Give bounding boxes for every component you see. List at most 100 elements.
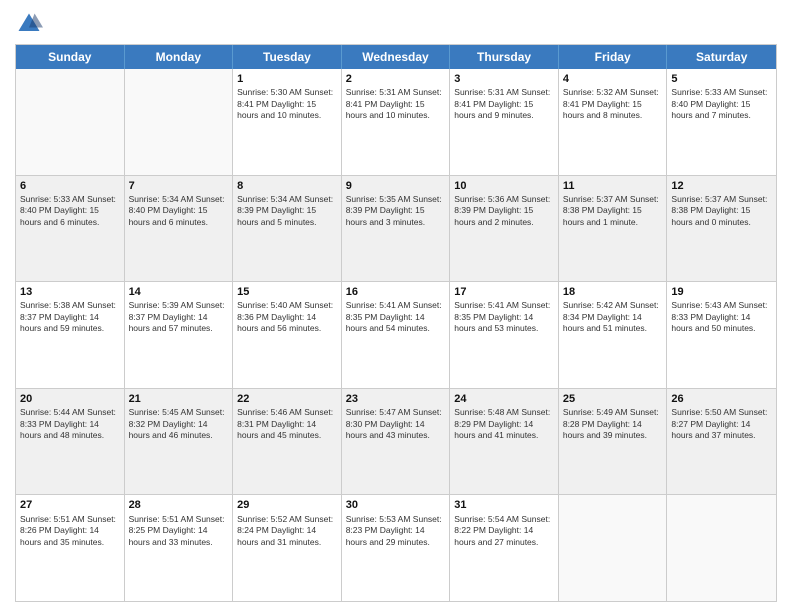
calendar-cell: 17Sunrise: 5:41 AM Sunset: 8:35 PM Dayli… [450,282,559,388]
day-info: Sunrise: 5:37 AM Sunset: 8:38 PM Dayligh… [563,194,663,228]
day-info: Sunrise: 5:34 AM Sunset: 8:39 PM Dayligh… [237,194,337,228]
page: SundayMondayTuesdayWednesdayThursdayFrid… [0,0,792,612]
day-info: Sunrise: 5:33 AM Sunset: 8:40 PM Dayligh… [671,87,772,121]
day-number: 7 [129,179,229,193]
calendar-cell: 21Sunrise: 5:45 AM Sunset: 8:32 PM Dayli… [125,389,234,495]
calendar-cell [16,69,125,175]
weekday-header-monday: Monday [125,45,234,69]
day-info: Sunrise: 5:31 AM Sunset: 8:41 PM Dayligh… [346,87,446,121]
calendar-cell: 18Sunrise: 5:42 AM Sunset: 8:34 PM Dayli… [559,282,668,388]
day-number: 24 [454,392,554,406]
calendar-body: 1Sunrise: 5:30 AM Sunset: 8:41 PM Daylig… [16,69,776,601]
weekday-header-saturday: Saturday [667,45,776,69]
day-info: Sunrise: 5:52 AM Sunset: 8:24 PM Dayligh… [237,514,337,548]
weekday-header-tuesday: Tuesday [233,45,342,69]
day-info: Sunrise: 5:44 AM Sunset: 8:33 PM Dayligh… [20,407,120,441]
day-number: 6 [20,179,120,193]
calendar-cell: 27 Sunrise: 5:51 AM Sunset: 8:26 PM Dayli… [16,495,125,601]
calendar-cell: 14Sunrise: 5:39 AM Sunset: 8:37 PM Dayli… [125,282,234,388]
calendar-cell: 22Sunrise: 5:46 AM Sunset: 8:31 PM Dayli… [233,389,342,495]
day-number: 16 [346,285,446,299]
day-info: Sunrise: 5:46 AM Sunset: 8:31 PM Dayligh… [237,407,337,441]
day-number: 4 [563,72,663,86]
calendar-cell: 9Sunrise: 5:35 AM Sunset: 8:39 PM Daylig… [342,176,451,282]
day-number: 18 [563,285,663,299]
calendar-cell [667,495,776,601]
day-number: 12 [671,179,772,193]
day-info: Sunrise: 5:50 AM Sunset: 8:27 PM Dayligh… [671,407,772,441]
calendar-row-1: 1Sunrise: 5:30 AM Sunset: 8:41 PM Daylig… [16,69,776,175]
day-number: 1 [237,72,337,86]
calendar-cell [559,495,668,601]
day-number: 14 [129,285,229,299]
calendar-cell: 29 Sunrise: 5:52 AM Sunset: 8:24 PM Dayli… [233,495,342,601]
calendar-cell: 23Sunrise: 5:47 AM Sunset: 8:30 PM Dayli… [342,389,451,495]
day-info: Sunrise: 5:38 AM Sunset: 8:37 PM Dayligh… [20,300,120,334]
calendar-cell: 30Sunrise: 5:53 AM Sunset: 8:23 PM Dayli… [342,495,451,601]
calendar-cell: 3Sunrise: 5:31 AM Sunset: 8:41 PM Daylig… [450,69,559,175]
calendar-cell: 13Sunrise: 5:38 AM Sunset: 8:37 PM Dayli… [16,282,125,388]
day-number: 23 [346,392,446,406]
calendar-cell: 4Sunrise: 5:32 AM Sunset: 8:41 PM Daylig… [559,69,668,175]
calendar-cell: 5Sunrise: 5:33 AM Sunset: 8:40 PM Daylig… [667,69,776,175]
calendar-cell: 11Sunrise: 5:37 AM Sunset: 8:38 PM Dayli… [559,176,668,282]
calendar-cell: 1Sunrise: 5:30 AM Sunset: 8:41 PM Daylig… [233,69,342,175]
day-number: 8 [237,179,337,193]
day-number: 21 [129,392,229,406]
day-info: Sunrise: 5:43 AM Sunset: 8:33 PM Dayligh… [671,300,772,334]
calendar-row-3: 13Sunrise: 5:38 AM Sunset: 8:37 PM Dayli… [16,281,776,388]
day-number: 27 [20,498,120,512]
day-number: 31 [454,498,554,512]
day-number: 10 [454,179,554,193]
calendar-cell: 31 Sunrise: 5:54 AM Sunset: 8:22 PM Dayli… [450,495,559,601]
calendar-cell: 12Sunrise: 5:37 AM Sunset: 8:38 PM Dayli… [667,176,776,282]
calendar-cell [125,69,234,175]
day-info: Sunrise: 5:49 AM Sunset: 8:28 PM Dayligh… [563,407,663,441]
calendar-cell: 15Sunrise: 5:40 AM Sunset: 8:36 PM Dayli… [233,282,342,388]
day-info: Sunrise: 5:40 AM Sunset: 8:36 PM Dayligh… [237,300,337,334]
day-number: 29 [237,498,337,512]
calendar-cell: 2Sunrise: 5:31 AM Sunset: 8:41 PM Daylig… [342,69,451,175]
day-number: 15 [237,285,337,299]
day-number: 13 [20,285,120,299]
day-number: 28 [129,498,229,512]
calendar-row-4: 20Sunrise: 5:44 AM Sunset: 8:33 PM Dayli… [16,388,776,495]
day-info: Sunrise: 5:54 AM Sunset: 8:22 PM Dayligh… [454,514,554,548]
calendar-cell: 16Sunrise: 5:41 AM Sunset: 8:35 PM Dayli… [342,282,451,388]
day-number: 17 [454,285,554,299]
day-info: Sunrise: 5:34 AM Sunset: 8:40 PM Dayligh… [129,194,229,228]
calendar-cell: 26Sunrise: 5:50 AM Sunset: 8:27 PM Dayli… [667,389,776,495]
day-info: Sunrise: 5:51 AM Sunset: 8:26 PM Dayligh… [20,514,120,548]
calendar-cell: 8Sunrise: 5:34 AM Sunset: 8:39 PM Daylig… [233,176,342,282]
day-info: Sunrise: 5:53 AM Sunset: 8:23 PM Dayligh… [346,514,446,548]
day-info: Sunrise: 5:33 AM Sunset: 8:40 PM Dayligh… [20,194,120,228]
day-info: Sunrise: 5:42 AM Sunset: 8:34 PM Dayligh… [563,300,663,334]
logo-icon [15,10,43,38]
day-number: 3 [454,72,554,86]
day-info: Sunrise: 5:39 AM Sunset: 8:37 PM Dayligh… [129,300,229,334]
weekday-header-friday: Friday [559,45,668,69]
day-info: Sunrise: 5:47 AM Sunset: 8:30 PM Dayligh… [346,407,446,441]
day-number: 5 [671,72,772,86]
day-number: 25 [563,392,663,406]
day-info: Sunrise: 5:48 AM Sunset: 8:29 PM Dayligh… [454,407,554,441]
logo [15,10,47,38]
day-number: 20 [20,392,120,406]
calendar-cell: 10Sunrise: 5:36 AM Sunset: 8:39 PM Dayli… [450,176,559,282]
weekday-header-wednesday: Wednesday [342,45,451,69]
day-number: 26 [671,392,772,406]
calendar-cell: 25Sunrise: 5:49 AM Sunset: 8:28 PM Dayli… [559,389,668,495]
day-info: Sunrise: 5:41 AM Sunset: 8:35 PM Dayligh… [454,300,554,334]
day-number: 2 [346,72,446,86]
calendar-cell: 6Sunrise: 5:33 AM Sunset: 8:40 PM Daylig… [16,176,125,282]
calendar-cell: 19Sunrise: 5:43 AM Sunset: 8:33 PM Dayli… [667,282,776,388]
day-info: Sunrise: 5:30 AM Sunset: 8:41 PM Dayligh… [237,87,337,121]
day-info: Sunrise: 5:35 AM Sunset: 8:39 PM Dayligh… [346,194,446,228]
day-number: 19 [671,285,772,299]
day-number: 9 [346,179,446,193]
day-info: Sunrise: 5:37 AM Sunset: 8:38 PM Dayligh… [671,194,772,228]
day-info: Sunrise: 5:31 AM Sunset: 8:41 PM Dayligh… [454,87,554,121]
header [15,10,777,38]
day-number: 11 [563,179,663,193]
calendar-header: SundayMondayTuesdayWednesdayThursdayFrid… [16,45,776,69]
